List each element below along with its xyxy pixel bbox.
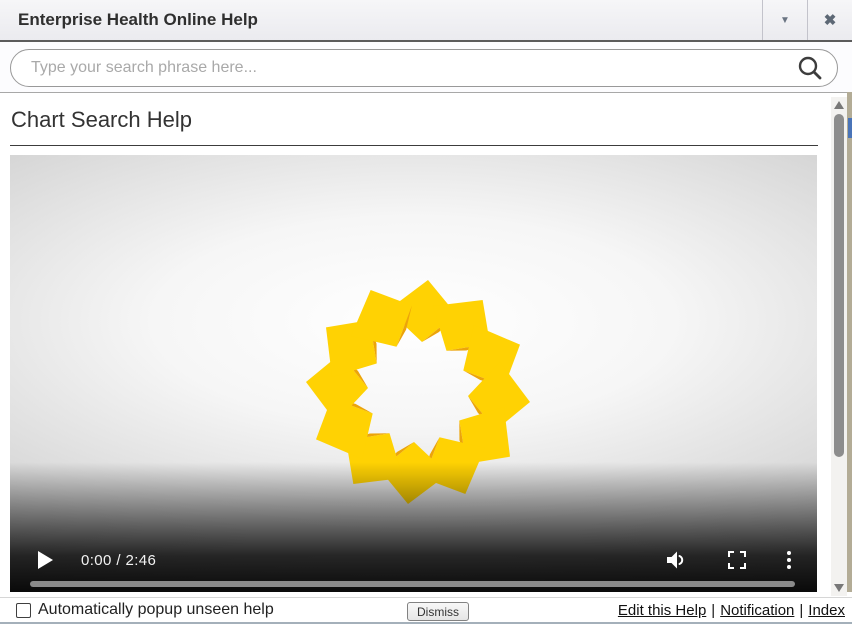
video-player[interactable]: 0:00 / 2:46 — [10, 155, 817, 592]
video-controls-bar: 0:00 / 2:46 — [10, 544, 817, 576]
titlebar: Enterprise Health Online Help ▼ ✖ — [0, 0, 852, 42]
collapse-button[interactable]: ▼ — [762, 0, 807, 40]
video-progress-bar[interactable] — [30, 581, 795, 587]
window-title: Enterprise Health Online Help — [0, 0, 762, 40]
scroll-up-arrow-icon[interactable] — [834, 101, 844, 109]
volume-button[interactable] — [663, 548, 687, 572]
link-separator: | — [799, 602, 803, 619]
more-options-button[interactable] — [787, 551, 791, 569]
search-icon — [797, 55, 823, 81]
scrollbar-thumb[interactable] — [834, 114, 844, 457]
footer-bar: Automatically popup unseen help Dismiss … — [0, 597, 852, 624]
link-separator: | — [711, 602, 715, 619]
fullscreen-button[interactable] — [727, 550, 747, 570]
close-button[interactable]: ✖ — [807, 0, 852, 40]
index-link[interactable]: Index — [808, 602, 845, 619]
edit-help-link[interactable]: Edit this Help — [618, 602, 706, 619]
vertical-scrollbar[interactable] — [831, 97, 847, 596]
video-time-display: 0:00 / 2:46 — [81, 552, 156, 569]
dismiss-button[interactable]: Dismiss — [407, 602, 469, 621]
heading-divider — [10, 145, 818, 146]
background-edge-strip — [847, 92, 852, 592]
play-icon[interactable] — [38, 551, 53, 569]
auto-popup-checkbox[interactable] — [16, 603, 31, 618]
notification-link[interactable]: Notification — [720, 602, 794, 619]
search-box — [10, 49, 838, 87]
kebab-menu-icon — [787, 551, 791, 569]
auto-popup-checkbox-label: Automatically popup unseen help — [38, 601, 274, 619]
chevron-down-icon: ▼ — [780, 15, 790, 26]
search-section — [0, 42, 852, 93]
footer-links: Edit this Help | Notification | Index — [618, 598, 845, 622]
page-title: Chart Search Help — [11, 107, 192, 133]
search-button[interactable] — [797, 55, 823, 81]
search-input[interactable] — [11, 50, 797, 86]
scroll-down-arrow-icon[interactable] — [834, 584, 844, 592]
background-link-fragment — [848, 118, 852, 138]
volume-icon — [663, 548, 687, 572]
close-icon: ✖ — [824, 11, 837, 29]
fullscreen-icon — [727, 550, 747, 570]
